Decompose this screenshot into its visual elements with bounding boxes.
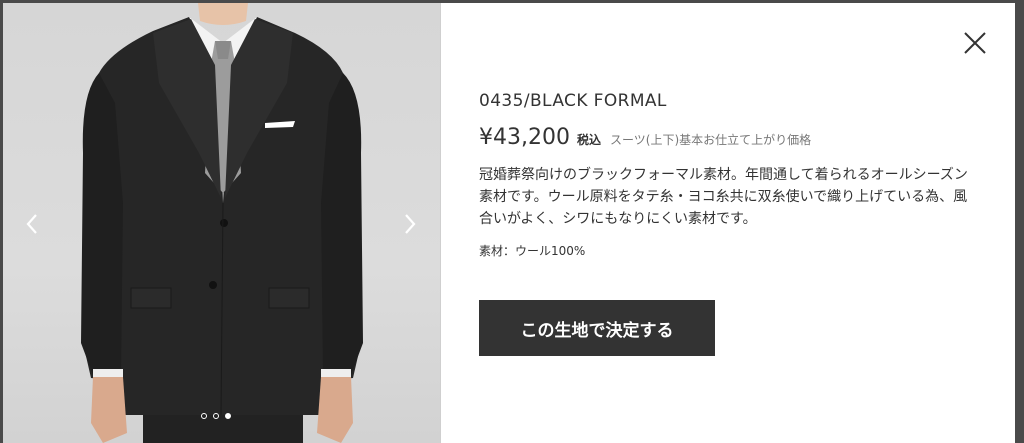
gallery-next-button[interactable] [395,209,425,239]
price-note: スーツ(上下)基本お仕立て上がり価格 [610,133,812,147]
fabric-detail-modal: 0435/BLACK FORMAL ¥43,200 税込 スーツ(上下)基本お仕… [3,3,1015,443]
product-image-gallery [3,3,440,443]
gallery-dot-2[interactable] [213,413,219,419]
close-icon [964,32,986,54]
chevron-left-icon [26,214,37,234]
price: ¥43,200 [479,125,570,150]
decide-fabric-button[interactable]: この生地で決定する [479,300,715,356]
close-button[interactable] [961,29,989,57]
backdrop-edge [1015,0,1024,443]
material-info: 素材：ウール100% [479,244,586,258]
chevron-right-icon [405,214,416,234]
price-row: ¥43,200 税込 スーツ(上下)基本お仕立て上がり価格 [479,125,979,150]
gallery-dot-3[interactable] [225,413,231,419]
product-details: 0435/BLACK FORMAL ¥43,200 税込 スーツ(上下)基本お仕… [479,91,979,259]
product-description: 冠婚葬祭向けのブラックフォーマル素材。年間通して着られるオールシーズン素材です。… [479,167,968,227]
gallery-pagination [201,413,231,419]
gallery-dot-1[interactable] [201,413,207,419]
suit-model-image [81,3,363,443]
gallery-prev-button[interactable] [17,209,47,239]
tax-label: 税込 [576,133,601,147]
panel-divider [440,3,441,443]
product-name: 0435/BLACK FORMAL [479,91,667,111]
